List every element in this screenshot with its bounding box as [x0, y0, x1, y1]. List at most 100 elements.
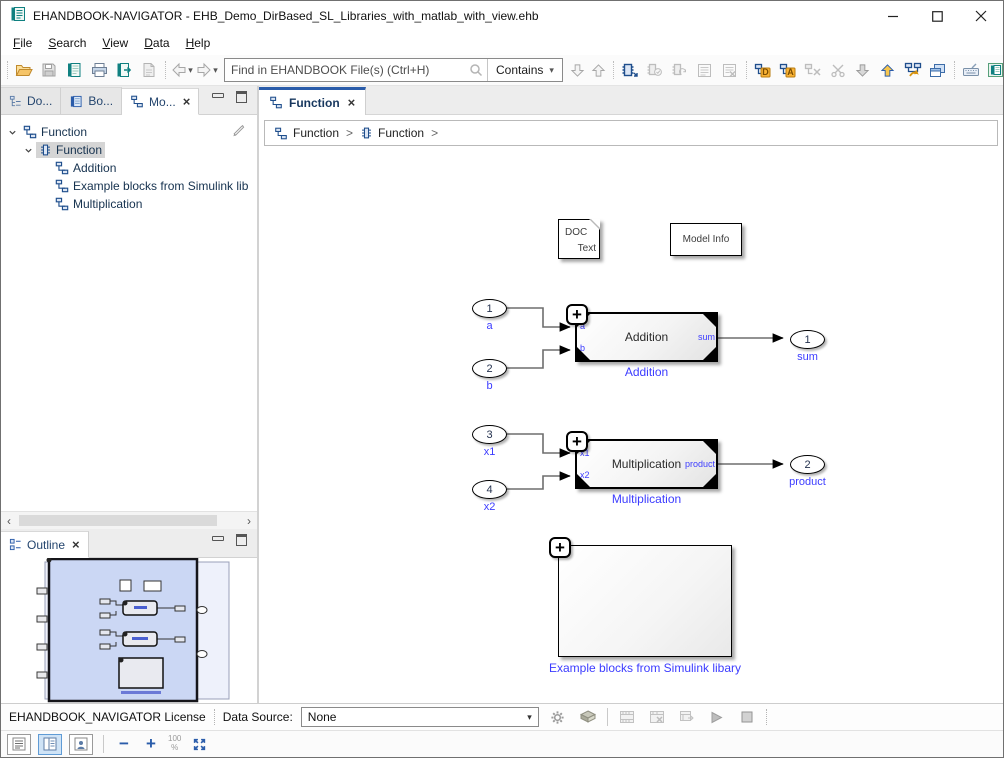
model-sync-button[interactable]	[643, 58, 667, 82]
tree-item-multiplication[interactable]: Multiplication	[1, 195, 257, 213]
scissors-button[interactable]	[826, 58, 850, 82]
zoom-level-indicator[interactable]: 100 %	[168, 735, 181, 753]
open-file-button[interactable]	[12, 58, 36, 82]
data-source-settings-button[interactable]	[547, 706, 569, 728]
navigate-forward-button[interactable]: ▾	[195, 58, 219, 82]
inport-4[interactable]: 4	[472, 480, 507, 499]
model-info-block[interactable]: Model Info	[670, 223, 742, 256]
expand-subsystem-badge[interactable]: +	[566, 304, 588, 325]
model-refresh-button[interactable]	[668, 58, 692, 82]
model-canvas[interactable]: DOC Text Model Info 1 a 2 b a b sum Addi…	[259, 149, 1003, 703]
data-source-select[interactable]: None ▾	[301, 707, 539, 727]
edit-pencil-icon[interactable]	[231, 123, 245, 140]
results-list-button[interactable]	[693, 58, 717, 82]
data-source-layers-icon[interactable]	[577, 706, 599, 728]
pin-model-view-button[interactable]	[618, 58, 642, 82]
panel-minimize-icon[interactable]	[212, 93, 224, 98]
panel-minimize-icon[interactable]	[212, 536, 224, 541]
presentation-view-button[interactable]	[69, 734, 93, 755]
tree-item-function-root[interactable]: Function	[1, 123, 257, 141]
export-arrow-button[interactable]	[876, 58, 900, 82]
tree-item-function[interactable]: Function	[1, 141, 257, 159]
addition-subsystem-block[interactable]: a b sum Addition	[575, 312, 718, 362]
doc-text-annotation-block[interactable]: DOC Text	[558, 219, 600, 259]
clear-model-button[interactable]	[801, 58, 825, 82]
inport-3[interactable]: 3	[472, 425, 507, 444]
menu-search[interactable]: Search	[40, 33, 94, 53]
doc-label: DOC	[565, 227, 587, 238]
tab-outline[interactable]: Outline ×	[1, 531, 89, 558]
go-to-parent-model-button[interactable]	[901, 58, 925, 82]
menu-view[interactable]: View	[94, 33, 136, 53]
inport-2-label: b	[472, 380, 507, 392]
show-data-button[interactable]: D	[751, 58, 775, 82]
fit-to-view-button[interactable]	[188, 733, 210, 755]
scroll-left-icon[interactable]: ‹	[1, 515, 17, 527]
import-arrow-button[interactable]	[851, 58, 875, 82]
measurement-clear-button[interactable]	[646, 706, 668, 728]
tab-function[interactable]: Function ×	[259, 87, 366, 115]
open-ehandbook-button[interactable]	[62, 58, 86, 82]
contains-dropdown[interactable]: Contains▾	[487, 59, 562, 81]
tree-item-addition[interactable]: Addition	[1, 159, 257, 177]
open-in-new-window-button[interactable]	[926, 58, 950, 82]
stop-measurement-button[interactable]	[736, 706, 758, 728]
search-input[interactable]	[225, 63, 465, 77]
split-view-button[interactable]	[38, 734, 62, 755]
close-button[interactable]	[959, 1, 1003, 31]
tab-outline-close-icon[interactable]: ×	[72, 537, 80, 552]
maximize-button[interactable]	[915, 1, 959, 31]
outport-product[interactable]: 2	[790, 455, 825, 474]
measurement-config-button[interactable]	[676, 706, 698, 728]
zoom-out-button[interactable]: −	[114, 734, 134, 754]
export-pdf-button[interactable]	[137, 58, 161, 82]
start-measurement-button[interactable]	[706, 706, 728, 728]
tree-item-example-blocks[interactable]: Example blocks from Simulink lib	[1, 177, 257, 195]
tab-books[interactable]: Bo...	[61, 87, 122, 114]
inport-2[interactable]: 2	[472, 359, 507, 378]
breadcrumb: Function > Function >	[264, 120, 998, 146]
breadcrumb-bar: Function > Function >	[259, 115, 1003, 149]
expand-subsystem-badge[interactable]: +	[549, 537, 571, 558]
tab-documents[interactable]: Do...	[1, 87, 61, 114]
minimize-button[interactable]	[871, 1, 915, 31]
print-button[interactable]	[87, 58, 111, 82]
chevron-down-icon[interactable]	[5, 128, 20, 137]
subsystem-icon	[360, 126, 373, 140]
breadcrumb-item-function-root[interactable]: Function	[274, 126, 339, 140]
chevron-down-icon[interactable]	[21, 146, 36, 155]
scroll-right-icon[interactable]: ›	[241, 515, 257, 527]
expand-subsystem-badge[interactable]: +	[566, 431, 588, 452]
forward-dropdown-icon[interactable]: ▾	[213, 65, 218, 76]
export-ehandbook-button[interactable]	[112, 58, 136, 82]
virtual-keyboard-button[interactable]	[959, 58, 983, 82]
example-blocks-subsystem[interactable]	[558, 545, 732, 657]
save-button[interactable]	[37, 58, 61, 82]
tab-model[interactable]: Mo... ×	[122, 88, 199, 115]
tree-horizontal-scrollbar[interactable]: ‹ ›	[1, 511, 257, 529]
menu-help[interactable]: Help	[178, 33, 219, 53]
back-dropdown-icon[interactable]: ▾	[188, 65, 193, 76]
show-annotations-button[interactable]: A	[776, 58, 800, 82]
multiplication-subsystem-block[interactable]: x1 x2 product Multiplication	[575, 439, 718, 489]
measurement-view-button[interactable]	[616, 706, 638, 728]
scrollbar-thumb[interactable]	[19, 515, 217, 526]
tab-function-close-icon[interactable]: ×	[348, 95, 356, 110]
new-navigator-window-button[interactable]	[984, 58, 1004, 82]
license-label: EHANDBOOK_NAVIGATOR License	[9, 710, 206, 724]
menu-file[interactable]: File	[5, 33, 40, 53]
breadcrumb-item-function[interactable]: Function	[360, 126, 424, 140]
find-previous-button[interactable]	[589, 58, 609, 82]
navigate-back-button[interactable]: ▾	[170, 58, 194, 82]
content-view-button[interactable]	[7, 734, 31, 755]
menu-data[interactable]: Data	[136, 33, 177, 53]
find-next-button[interactable]	[568, 58, 588, 82]
panel-maximize-icon[interactable]	[236, 91, 247, 103]
outport-sum[interactable]: 1	[790, 330, 825, 349]
toolbar-separator	[613, 61, 614, 79]
tab-model-close-icon[interactable]: ×	[183, 94, 191, 109]
panel-maximize-icon[interactable]	[236, 534, 247, 546]
zoom-in-button[interactable]: +	[141, 734, 161, 754]
inport-1[interactable]: 1	[472, 299, 507, 318]
clear-results-list-button[interactable]	[718, 58, 742, 82]
